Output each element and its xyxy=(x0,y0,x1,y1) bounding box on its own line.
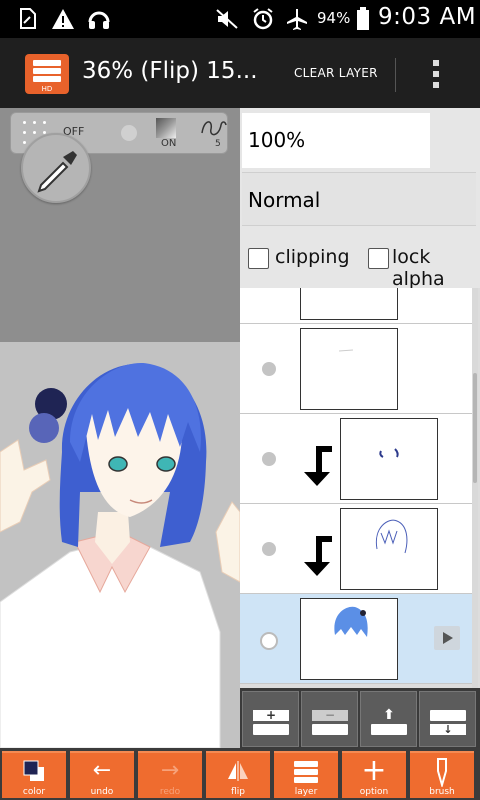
palette-swatch-light xyxy=(29,413,59,443)
battery-icon xyxy=(350,6,376,32)
warning-icon xyxy=(50,6,76,32)
eyedropper-icon xyxy=(37,151,77,193)
layer-thumbnail xyxy=(300,328,398,410)
plus-icon: + xyxy=(361,753,387,788)
layer-thumbnail xyxy=(300,598,398,680)
layer-row[interactable] xyxy=(240,324,472,414)
move-layer-up-button[interactable]: ⬆ xyxy=(360,691,417,747)
brush-size-value: 5 xyxy=(215,139,221,149)
layer-button-bar: + − ⬆ ↓ xyxy=(240,688,480,748)
flip-button[interactable]: flip xyxy=(206,751,270,798)
airplane-mode-icon xyxy=(284,6,310,32)
lock-alpha-label: lock alpha xyxy=(392,246,445,290)
layer-visibility-toggle[interactable] xyxy=(260,632,278,650)
status-bar: 94% 9:03 AM xyxy=(0,0,480,38)
sim-card-icon xyxy=(14,6,40,32)
option-button-label: option xyxy=(359,787,389,797)
layers-icon xyxy=(294,761,318,783)
layer-thumbnail xyxy=(340,418,438,500)
blend-mode-select[interactable]: Normal xyxy=(242,172,476,226)
brush-button[interactable]: brush xyxy=(410,751,474,798)
delete-layer-button[interactable]: − xyxy=(301,691,358,747)
layer-thumbnail xyxy=(300,288,398,320)
layer-panel: 100% Normal clipping lock alpha + − ⬆ ↓ xyxy=(240,108,480,748)
layer-thumbnail xyxy=(340,508,438,590)
left-hand xyxy=(0,439,51,533)
color-button-label: color xyxy=(22,787,46,797)
option-button[interactable]: + option xyxy=(342,751,406,798)
minus-icon: − xyxy=(312,709,348,721)
layer-row[interactable] xyxy=(240,414,472,504)
layer-visibility-toggle[interactable] xyxy=(262,452,276,466)
right-eye xyxy=(156,456,176,472)
headphones-icon xyxy=(86,6,112,32)
layer-button[interactable]: layer xyxy=(274,751,338,798)
undo-button-label: undo xyxy=(90,787,114,797)
layer-button-label: layer xyxy=(294,787,318,797)
layer-list[interactable] xyxy=(240,288,480,688)
antialias-toggle[interactable] xyxy=(121,125,137,141)
brush-button-label: brush xyxy=(429,787,455,797)
drawing-canvas[interactable] xyxy=(0,342,240,748)
battery-percent: 94% xyxy=(317,9,351,27)
layer-row[interactable] xyxy=(240,288,472,324)
brush-icon xyxy=(437,758,447,787)
layer-visibility-toggle[interactable] xyxy=(262,542,276,556)
redo-arrow-icon: → xyxy=(160,758,180,783)
gradient-icon[interactable] xyxy=(156,118,176,138)
canvas-menu-icon[interactable]: HD xyxy=(25,54,69,94)
alarm-icon xyxy=(250,6,276,32)
lock-alpha-checkbox[interactable] xyxy=(368,248,389,269)
redo-button-label: redo xyxy=(159,787,181,797)
eyedropper-button[interactable] xyxy=(21,133,91,203)
clipping-arrow-icon xyxy=(304,446,332,486)
bottom-toolbar: color ← undo → redo flip layer + option … xyxy=(0,748,480,800)
undo-arrow-icon: ← xyxy=(92,758,112,783)
right-hand xyxy=(215,501,240,583)
color-button[interactable]: color xyxy=(2,751,66,798)
clipping-arrow-icon xyxy=(304,536,332,576)
layer-row[interactable] xyxy=(240,504,472,594)
color-swatch-icon xyxy=(23,760,44,781)
gradient-toggle-label: ON xyxy=(161,138,177,149)
layer-visibility-toggle[interactable] xyxy=(262,362,276,376)
plus-icon: + xyxy=(253,709,289,721)
layer-expand-button[interactable] xyxy=(434,626,460,650)
add-layer-button[interactable]: + xyxy=(242,691,299,747)
action-bar-divider xyxy=(395,58,396,92)
layer-row-selected[interactable] xyxy=(240,594,472,684)
clipping-checkbox[interactable] xyxy=(248,248,269,269)
arrow-up-icon: ⬆ xyxy=(383,707,395,723)
shirt xyxy=(0,541,221,748)
clipping-label: clipping xyxy=(275,246,350,268)
layer-list-scrollbar[interactable] xyxy=(472,288,478,688)
mute-icon xyxy=(214,6,240,32)
flip-button-label: flip xyxy=(231,787,245,797)
layer-opacity-field[interactable]: 100% xyxy=(242,113,430,168)
clock: 9:03 AM xyxy=(378,4,477,30)
action-bar: HD 36% (Flip) 15... CLEAR LAYER xyxy=(0,38,480,108)
merge-layer-down-button[interactable]: ↓ xyxy=(419,691,476,747)
document-title: 36% (Flip) 15... xyxy=(82,58,258,84)
scrollbar-thumb[interactable] xyxy=(473,373,477,483)
undo-button[interactable]: ← undo xyxy=(70,751,134,798)
hd-badge: HD xyxy=(41,85,53,93)
overflow-menu-icon[interactable] xyxy=(424,56,448,92)
arrow-down-icon: ↓ xyxy=(430,724,466,735)
flip-icon xyxy=(228,761,248,781)
brush-stroke-icon[interactable] xyxy=(199,115,229,141)
clear-layer-button[interactable]: CLEAR LAYER xyxy=(294,66,378,80)
left-eye xyxy=(108,456,128,472)
redo-button[interactable]: → redo xyxy=(138,751,202,798)
